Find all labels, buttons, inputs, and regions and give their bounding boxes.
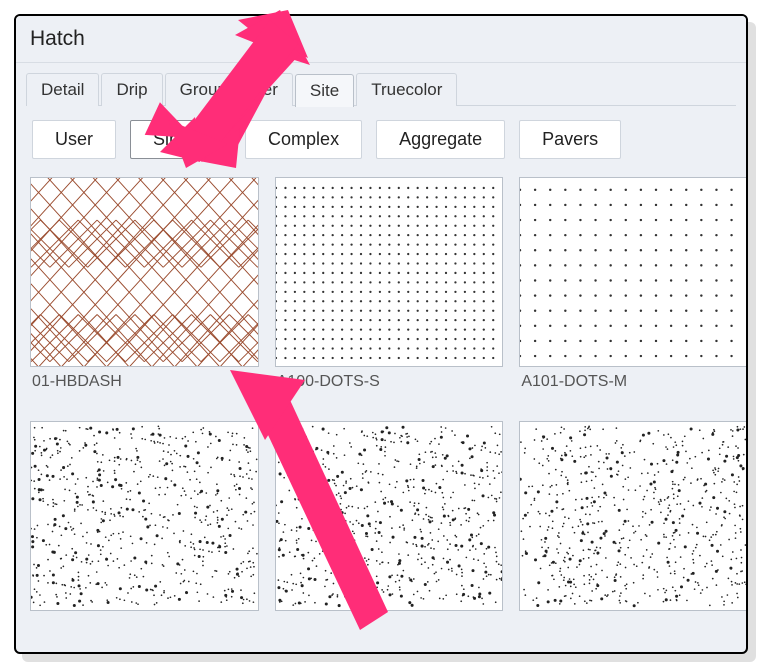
tab-groundcover[interactable]: Groundcover [165, 73, 293, 106]
tab-truecolor[interactable]: Truecolor [356, 73, 457, 106]
btn-simple[interactable]: Simple [130, 120, 231, 159]
btn-complex[interactable]: Complex [245, 120, 362, 159]
pattern-thumb-scatter [275, 421, 504, 611]
pattern-cell[interactable] [519, 421, 746, 611]
pattern-caption: 01-HBDASH [30, 367, 259, 405]
pattern-cell[interactable]: A100-DOTS-S [275, 177, 504, 405]
toolbar: Detail Drip Groundcover Site Truecolor U… [16, 63, 746, 177]
subtype-buttons: User Simple Complex Aggregate Pavers [26, 106, 736, 177]
pattern-caption: A101-DOTS-M [519, 367, 746, 405]
scatter-icon [520, 422, 746, 610]
dots-icon [276, 178, 503, 366]
pattern-cell[interactable]: A101-DOTS-M [519, 177, 746, 405]
pattern-gallery: 01-HBDASH A100-DOTS-S A101-DOTS-M [16, 177, 746, 647]
pattern-thumb-dots-s [275, 177, 504, 367]
pattern-thumb-scatter [30, 421, 259, 611]
dots-icon [520, 178, 746, 366]
pattern-cell[interactable] [275, 421, 504, 611]
btn-pavers[interactable]: Pavers [519, 120, 621, 159]
pattern-caption: A100-DOTS-S [275, 367, 504, 405]
tab-site[interactable]: Site [295, 74, 354, 107]
category-tabs: Detail Drip Groundcover Site Truecolor [26, 73, 736, 106]
btn-aggregate[interactable]: Aggregate [376, 120, 505, 159]
herringbone-icon [31, 178, 258, 366]
pattern-cell[interactable] [30, 421, 259, 611]
window-title: Hatch [16, 16, 746, 63]
tab-detail[interactable]: Detail [26, 73, 99, 106]
scatter-icon [31, 422, 258, 610]
pattern-thumb-herringbone [30, 177, 259, 367]
pattern-thumb-scatter [519, 421, 746, 611]
scatter-icon [276, 422, 503, 610]
tab-drip[interactable]: Drip [101, 73, 162, 106]
pattern-cell[interactable]: 01-HBDASH [30, 177, 259, 405]
hatch-window: Hatch Detail Drip Groundcover Site Truec… [14, 14, 748, 654]
pattern-thumb-dots-m [519, 177, 746, 367]
btn-user[interactable]: User [32, 120, 116, 159]
